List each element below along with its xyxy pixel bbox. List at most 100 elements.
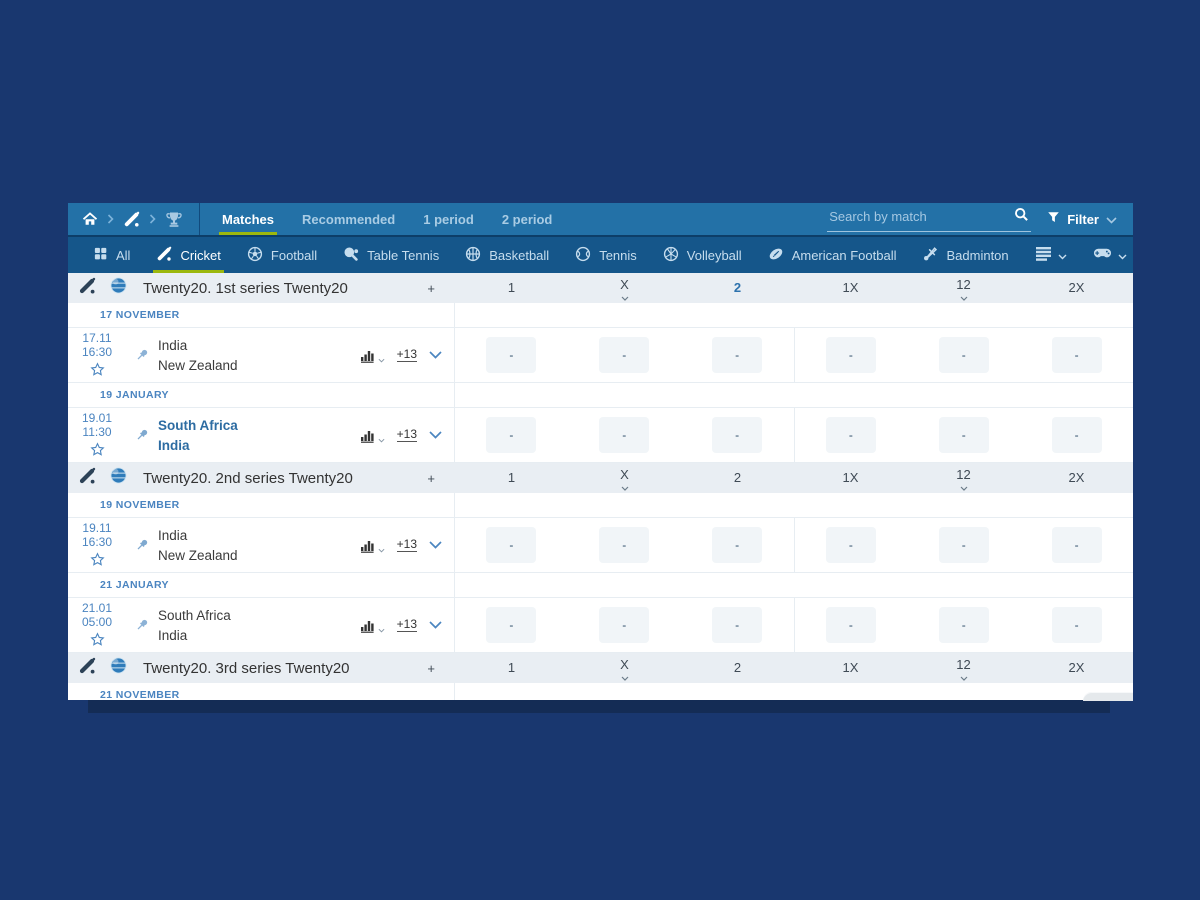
favorite-star-icon[interactable]	[90, 442, 105, 460]
odds-cell-2[interactable]: -	[712, 607, 762, 643]
more-bets-link[interactable]: +13	[397, 428, 417, 442]
trophy-icon[interactable]	[165, 211, 183, 228]
column-header-1x[interactable]: 1X	[794, 273, 907, 303]
column-header-x[interactable]: X	[568, 463, 681, 493]
match-row[interactable]: 19.11 16:30 India New Zealand +13	[68, 518, 1133, 573]
column-header-1[interactable]: 1	[455, 653, 568, 683]
column-header-2x[interactable]: 2X	[1020, 463, 1133, 493]
search-input[interactable]	[829, 209, 1006, 224]
odds-cell-1x[interactable]: -	[826, 607, 876, 643]
favorite-star-icon[interactable]	[90, 552, 105, 570]
more-bets-link[interactable]: +13	[397, 538, 417, 552]
odds-cell-1[interactable]: -	[486, 337, 536, 373]
expand-match-chevron-icon[interactable]	[429, 351, 442, 359]
column-header-2x[interactable]: 2X	[1020, 653, 1133, 683]
tab-recommended[interactable]: Recommended	[288, 203, 409, 235]
odds-cell-12[interactable]: -	[939, 337, 989, 373]
column-header-1x[interactable]: 1X	[794, 463, 907, 493]
favorite-star-icon[interactable]	[90, 632, 105, 650]
sport-item-table-tennis[interactable]: Table Tennis	[330, 237, 452, 273]
match-row[interactable]: 21.01 05:00 South Africa India +13	[68, 598, 1133, 653]
match-row-highlighted[interactable]: 19.01 11:30 South Africa India +13	[68, 408, 1133, 463]
column-header-2x[interactable]: 2X	[1020, 273, 1133, 303]
odds-cell-12[interactable]: -	[939, 417, 989, 453]
tab-2-period[interactable]: 2 period	[488, 203, 567, 235]
match-row[interactable]: 17.11 16:30 India New Zealand +13	[68, 328, 1133, 383]
column-header-1[interactable]: 1	[455, 273, 568, 303]
odds-cell-2x[interactable]: -	[1052, 337, 1102, 373]
more-sports-menu-button[interactable]	[1022, 237, 1080, 273]
column-header-2[interactable]: 2	[681, 273, 794, 303]
league-header[interactable]: Twenty20. 3rd series Twenty20 + 1 X 2 1X…	[68, 653, 1133, 683]
tab-1-period[interactable]: 1 period	[409, 203, 488, 235]
odds-cell-12[interactable]: -	[939, 607, 989, 643]
odds-cell-2[interactable]: -	[712, 527, 762, 563]
esports-menu-button[interactable]	[1080, 237, 1133, 273]
tennis-icon	[575, 246, 591, 265]
odds-cell-1x[interactable]: -	[826, 337, 876, 373]
chevron-down-icon	[1118, 248, 1127, 263]
favorite-star-icon[interactable]	[90, 362, 105, 380]
odds-cell-x[interactable]: -	[599, 417, 649, 453]
odds-cell-x[interactable]: -	[599, 527, 649, 563]
sport-item-all[interactable]: All	[80, 237, 143, 273]
column-header-12[interactable]: 12	[907, 653, 1020, 683]
tab-matches[interactable]: Matches	[208, 203, 288, 235]
column-header-2[interactable]: 2	[681, 463, 794, 493]
odds-cell-2x[interactable]: -	[1052, 607, 1102, 643]
odds-cell-2x[interactable]: -	[1052, 417, 1102, 453]
odds-cell-x[interactable]: -	[599, 607, 649, 643]
expand-match-chevron-icon[interactable]	[429, 621, 442, 629]
expand-match-chevron-icon[interactable]	[429, 431, 442, 439]
odds-cell-x[interactable]: -	[599, 337, 649, 373]
league-header[interactable]: Twenty20. 1st series Twenty20 + 1 X 2 1X…	[68, 273, 1133, 303]
pin-icon[interactable]	[126, 537, 158, 553]
sport-item-american-football[interactable]: American Football	[755, 237, 910, 273]
search-icon[interactable]	[1014, 207, 1029, 227]
column-label: 1	[508, 282, 515, 294]
statistics-icon[interactable]	[360, 428, 385, 443]
floating-button-partial[interactable]	[1083, 692, 1133, 701]
statistics-icon[interactable]	[360, 348, 385, 363]
expand-all-button[interactable]: +	[427, 471, 435, 486]
column-header-1x[interactable]: 1X	[794, 653, 907, 683]
home-icon[interactable]	[82, 211, 98, 227]
sport-item-cricket[interactable]: Cricket	[143, 237, 233, 273]
sport-item-basketball[interactable]: Basketball	[452, 237, 562, 273]
column-header-12[interactable]: 12	[907, 463, 1020, 493]
column-header-1[interactable]: 1	[455, 463, 568, 493]
match-controls: +13	[360, 428, 454, 443]
more-bets-link[interactable]: +13	[397, 618, 417, 632]
expand-all-button[interactable]: +	[427, 661, 435, 676]
odds-cell-2x[interactable]: -	[1052, 527, 1102, 563]
column-header-x[interactable]: X	[568, 273, 681, 303]
statistics-icon[interactable]	[360, 538, 385, 553]
sport-item-badminton[interactable]: Badminton	[909, 237, 1021, 273]
odds-slot: -	[1020, 328, 1133, 382]
pin-icon[interactable]	[126, 617, 158, 633]
odds-cell-1[interactable]: -	[486, 417, 536, 453]
pin-icon[interactable]	[126, 427, 158, 443]
column-header-x[interactable]: X	[568, 653, 681, 683]
sport-item-football[interactable]: Football	[234, 237, 330, 273]
odds-cell-2[interactable]: -	[712, 417, 762, 453]
expand-all-button[interactable]: +	[427, 281, 435, 296]
match-info: 19.01 11:30 South Africa India +13	[68, 408, 455, 462]
expand-match-chevron-icon[interactable]	[429, 541, 442, 549]
cricket-icon[interactable]	[123, 211, 140, 228]
statistics-icon[interactable]	[360, 618, 385, 633]
league-header[interactable]: Twenty20. 2nd series Twenty20 + 1 X 2 1X…	[68, 463, 1133, 493]
odds-cell-1[interactable]: -	[486, 527, 536, 563]
column-header-12[interactable]: 12	[907, 273, 1020, 303]
odds-cell-12[interactable]: -	[939, 527, 989, 563]
odds-cell-1x[interactable]: -	[826, 527, 876, 563]
column-header-2[interactable]: 2	[681, 653, 794, 683]
odds-cell-1x[interactable]: -	[826, 417, 876, 453]
more-bets-link[interactable]: +13	[397, 348, 417, 362]
sport-item-volleyball[interactable]: Volleyball	[650, 237, 755, 273]
sport-item-tennis[interactable]: Tennis	[562, 237, 650, 273]
filter-button[interactable]: Filter	[1047, 211, 1117, 227]
odds-cell-2[interactable]: -	[712, 337, 762, 373]
odds-cell-1[interactable]: -	[486, 607, 536, 643]
pin-icon[interactable]	[126, 347, 158, 363]
